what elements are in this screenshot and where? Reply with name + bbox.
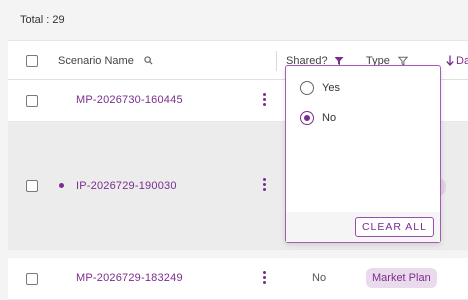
row-checkbox[interactable] <box>26 180 38 192</box>
table-toolbar: Total : 29 <box>0 0 468 40</box>
filter-option-label: No <box>322 112 337 124</box>
column-header-scenario-name[interactable]: Scenario Name <box>58 55 134 67</box>
arrow-down-icon[interactable] <box>446 55 454 66</box>
type-chip: Market Plan <box>366 268 437 288</box>
unread-indicator <box>59 183 64 188</box>
page-gutter <box>0 0 8 300</box>
column-divider <box>276 51 277 71</box>
filter-option-label: Yes <box>322 82 340 94</box>
dropdown-footer: CLEAR ALL <box>286 212 440 242</box>
shared-filter-dropdown: Yes No CLEAR ALL <box>285 65 441 243</box>
row-checkbox[interactable] <box>26 95 38 107</box>
search-icon[interactable] <box>144 56 153 65</box>
shared-value: No <box>312 272 327 284</box>
filter-option-yes[interactable]: Yes <box>300 80 340 96</box>
clear-all-button[interactable]: CLEAR ALL <box>354 217 434 237</box>
more-vertical-icon[interactable] <box>263 93 267 108</box>
more-vertical-icon[interactable] <box>263 178 267 193</box>
column-header-date[interactable]: Da <box>456 55 468 67</box>
scenario-name-link[interactable]: MP-2026730-160445 <box>76 94 183 106</box>
radio-no[interactable] <box>300 111 314 125</box>
radio-yes[interactable] <box>300 81 314 95</box>
select-all-checkbox[interactable] <box>26 55 38 67</box>
scenario-name-link[interactable]: MP-2026729-183249 <box>76 272 183 284</box>
row-divider <box>8 250 468 258</box>
total-count: Total : 29 <box>20 14 65 26</box>
row-checkbox[interactable] <box>26 273 38 285</box>
more-vertical-icon[interactable] <box>263 271 267 286</box>
filter-option-no[interactable]: No <box>300 110 336 126</box>
scenario-name-link[interactable]: IP-2026729-190030 <box>76 180 177 192</box>
table-row[interactable]: MP-2026729-183249 No Market Plan <box>8 258 468 300</box>
